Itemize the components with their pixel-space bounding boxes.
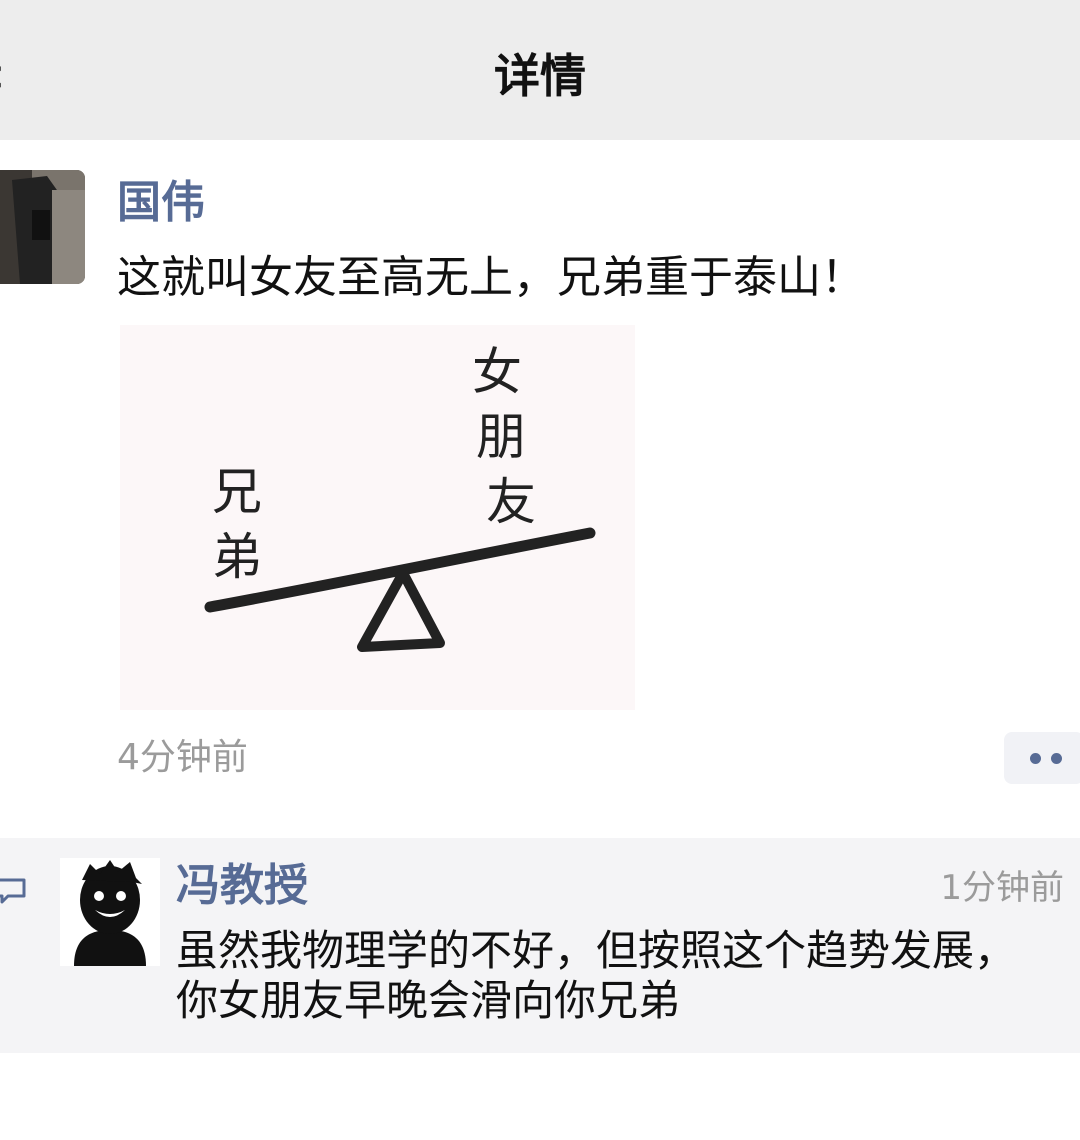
comment-line-1: 虽然我物理学的不好，但按照这个趋势发展， — [176, 926, 1017, 975]
poster-avatar[interactable] — [0, 170, 85, 284]
page-title: 详情 — [494, 49, 586, 103]
commenter-name[interactable]: 冯教授 — [176, 860, 308, 912]
post-text: 这就叫女友至高无上，兄弟重于泰山！ — [117, 252, 865, 303]
post-time: 4分钟前 — [117, 737, 248, 778]
ellipsis-icon[interactable] — [1004, 732, 1080, 784]
moment-post: 国伟 这就叫女友至高无上，兄弟重于泰山！ 兄 弟 女 朋 友 4分钟前 — [0, 140, 1080, 835]
post-image[interactable]: 兄 弟 女 朋 友 — [120, 325, 635, 710]
comment-line-2: 你女朋友早晚会滑向你兄弟 — [176, 976, 681, 1025]
top-bar: ‹ 详情 — [0, 0, 1080, 140]
comment-icon — [0, 878, 26, 904]
comment-section: 冯教授 1分钟前 虽然我物理学的不好，但按照这个趋势发展， 你女朋友早晚会滑向你… — [0, 838, 1080, 1053]
label-brother-2: 弟 — [212, 528, 262, 586]
commenter-avatar[interactable] — [60, 858, 160, 966]
label-brother-1: 兄 — [212, 463, 262, 521]
label-girlfriend-1: 女 — [472, 343, 522, 401]
label-girlfriend-2: 朋 — [476, 408, 526, 466]
bottom-blank — [0, 1053, 1080, 1140]
poster-name[interactable]: 国伟 — [117, 177, 205, 229]
comment-text: 虽然我物理学的不好，但按照这个趋势发展， 你女朋友早晚会滑向你兄弟 — [176, 926, 1056, 1026]
label-girlfriend-3: 友 — [486, 473, 536, 531]
comment-time: 1分钟前 — [940, 868, 1064, 908]
seesaw-drawing — [204, 527, 596, 652]
